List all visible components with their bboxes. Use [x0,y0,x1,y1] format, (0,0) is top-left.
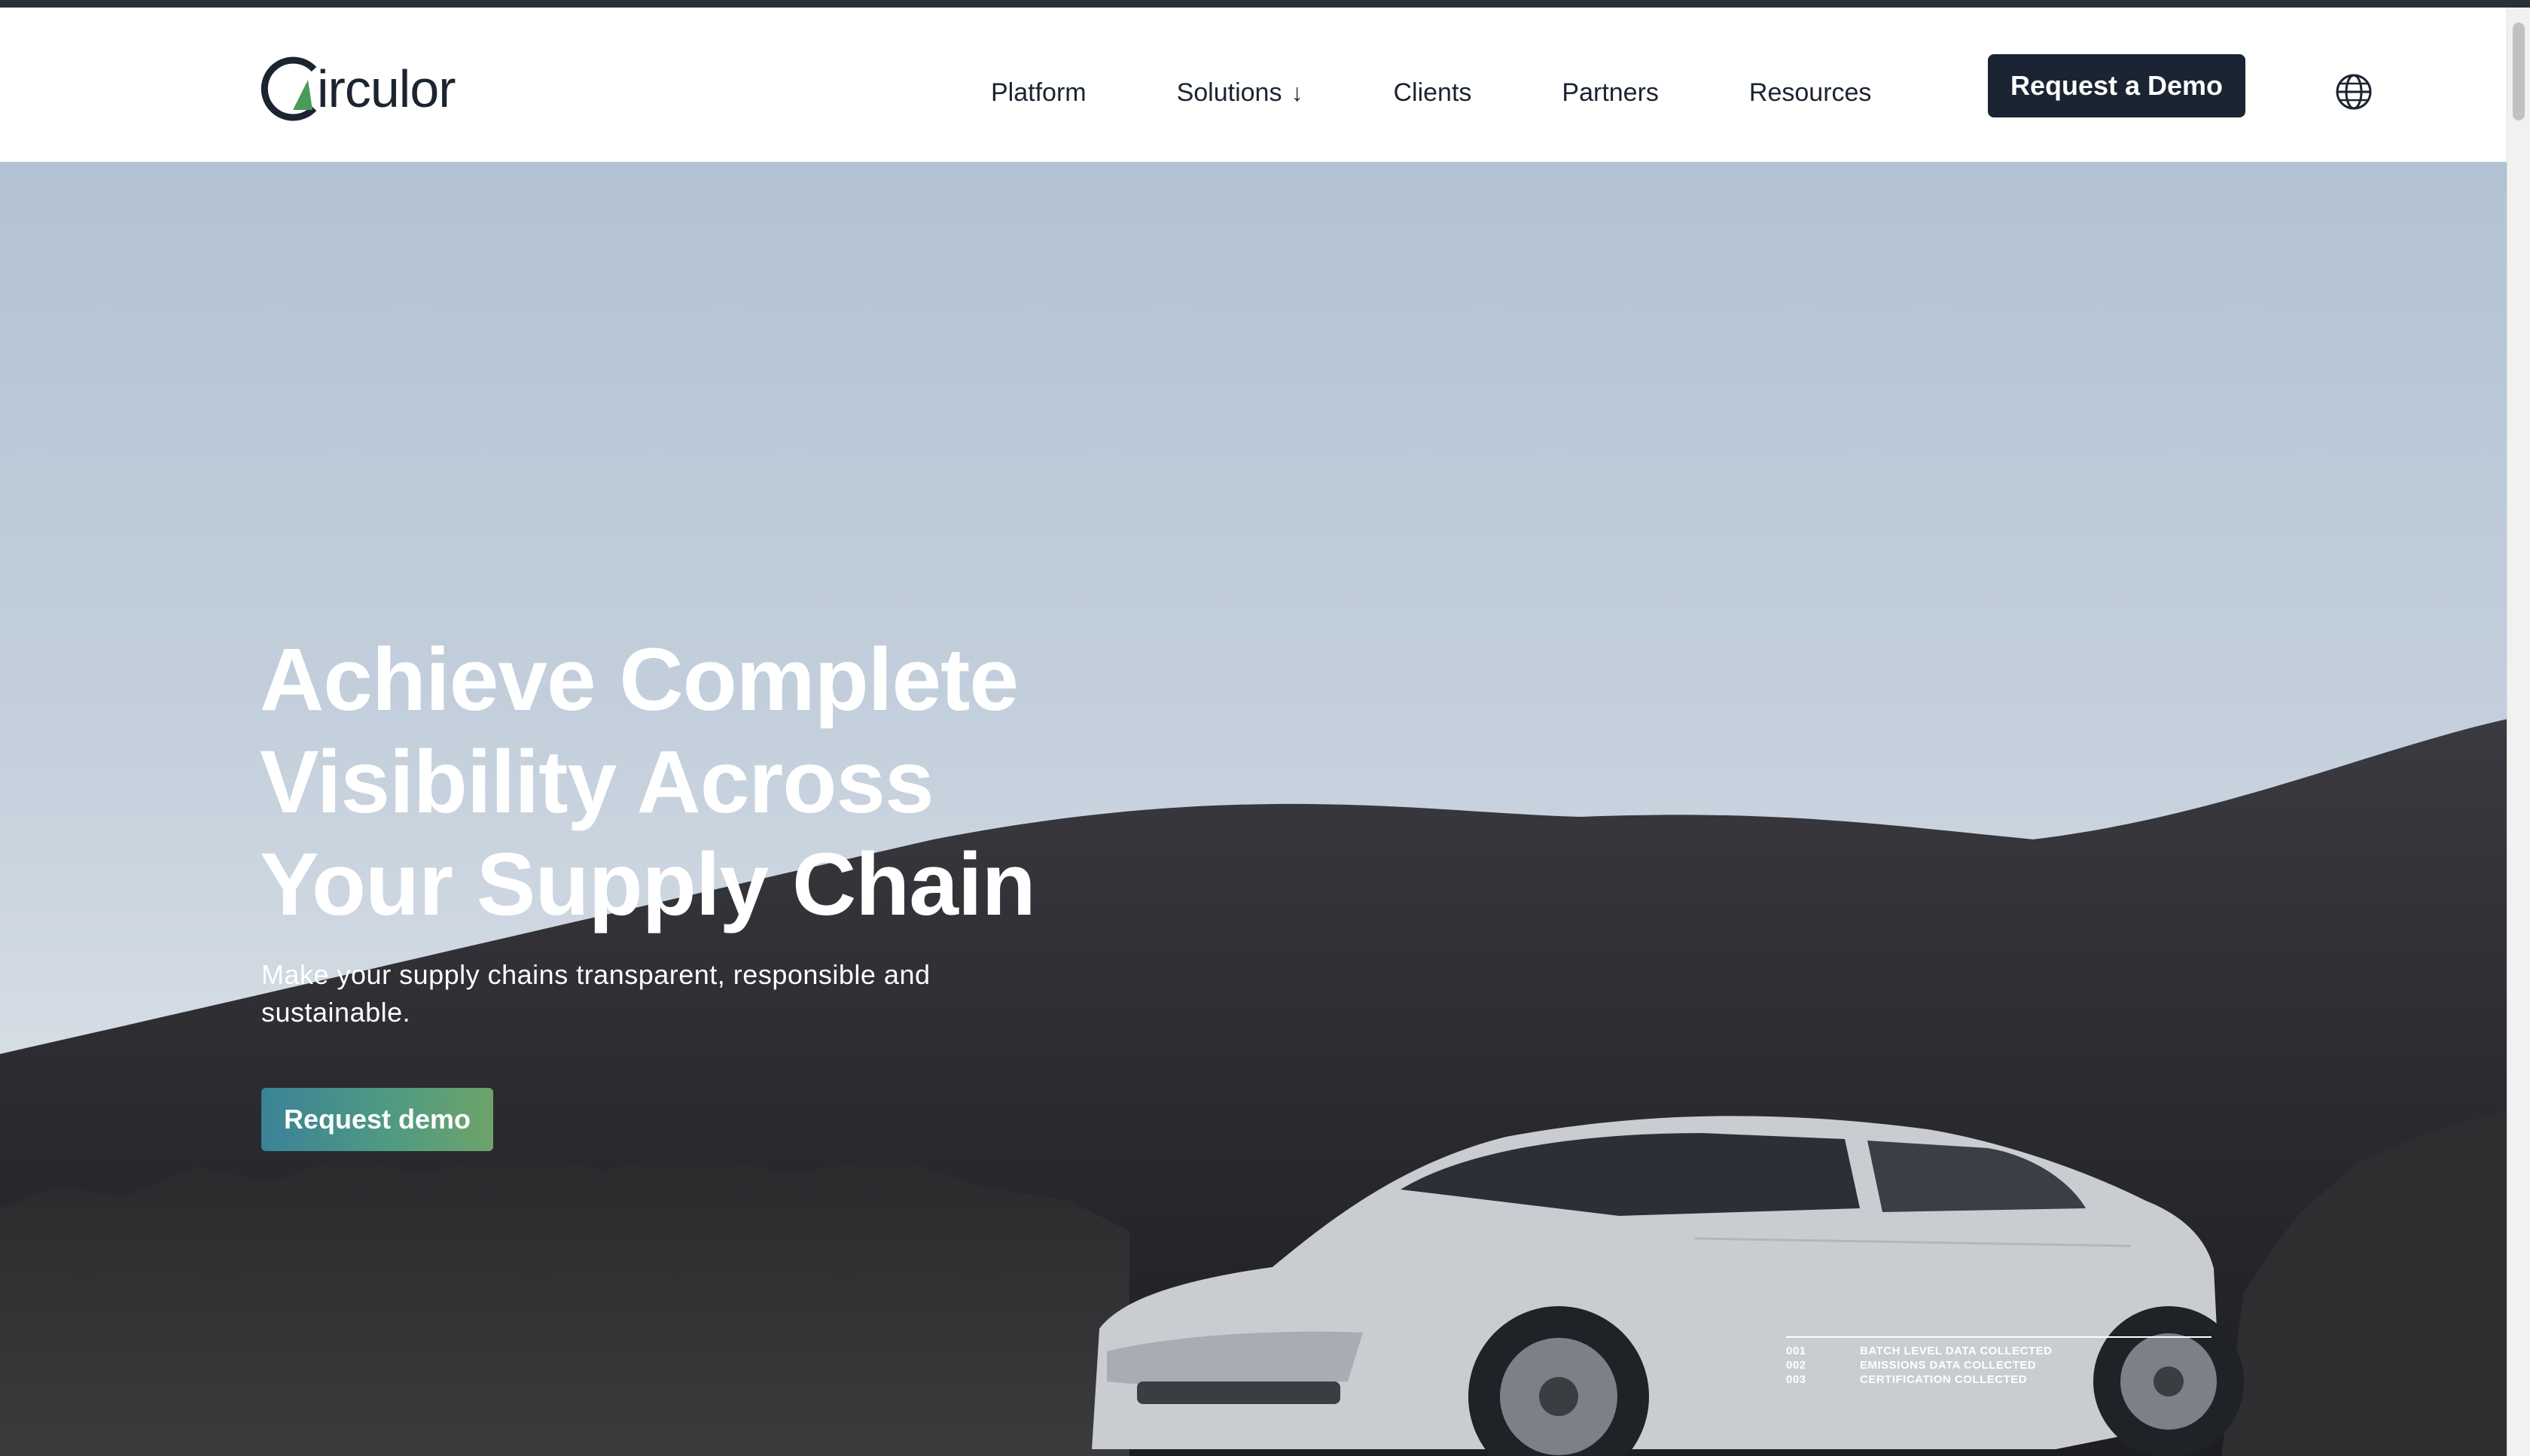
data-row-label: CERTIFICATION COLLECTED [1860,1373,2028,1386]
data-row-label: EMISSIONS DATA COLLECTED [1860,1359,2037,1372]
data-row: 001 BATCH LEVEL DATA COLLECTED [1786,1344,2215,1358]
data-row-number: 003 [1786,1373,1806,1386]
hero-section: Achieve Complete Visibility Across Your … [0,162,2507,1456]
data-panel-divider [1786,1336,2211,1338]
nav-resources[interactable]: Resources [1749,78,1872,108]
nav-platform[interactable]: Platform [991,78,1087,108]
site-header: irculor Platform Solutions ↓ Clients Par… [0,8,2507,162]
hero-title: Achieve Complete Visibility Across Your … [260,629,1088,936]
globe-icon[interactable] [2334,72,2373,111]
nav-resources-label: Resources [1748,78,1872,107]
hero-title-line-2: Visibility Across [260,733,934,832]
nav-solutions-label: Solutions [1176,78,1282,107]
data-row: 003 CERTIFICATION COLLECTED [1786,1372,2215,1387]
arrow-down-icon: ↓ [1291,78,1303,106]
data-row-number: 002 [1786,1359,1806,1372]
main-nav: Platform Solutions ↓ Clients Partners Re… [991,59,1962,126]
logo-wordmark: irculor [317,59,456,118]
nav-clients[interactable]: Clients [1393,78,1471,108]
data-row: 002 EMISSIONS DATA COLLECTED [1786,1358,2215,1372]
page-scrollbar[interactable] [2507,8,2530,1456]
hero-subtitle: Make your supply chains transparent, res… [261,959,931,1028]
request-a-demo-button[interactable]: Request a Demo [1988,54,2245,117]
nav-partners-label: Partners [1562,78,1659,107]
nav-partners[interactable]: Partners [1562,78,1659,108]
nav-clients-label: Clients [1393,78,1472,107]
data-row-number: 001 [1786,1345,1806,1357]
nav-solutions[interactable]: Solutions ↓ [1177,78,1303,108]
circulor-logo[interactable]: irculor [260,51,456,126]
data-row-label: BATCH LEVEL DATA COLLECTED [1860,1345,2053,1357]
browser-top-strip [0,0,2530,8]
supply-data-overlay: 001 BATCH LEVEL DATA COLLECTED 002 EMISS… [1786,1336,2215,1387]
hero-title-line-1: Achieve Complete [260,630,1019,730]
request-demo-button[interactable]: Request demo [261,1088,493,1151]
hero-title-line-3: Your Supply Chain [260,835,1036,934]
scrollbar-thumb[interactable] [2513,23,2525,120]
car-image [1092,1116,2244,1456]
nav-platform-label: Platform [991,78,1087,107]
